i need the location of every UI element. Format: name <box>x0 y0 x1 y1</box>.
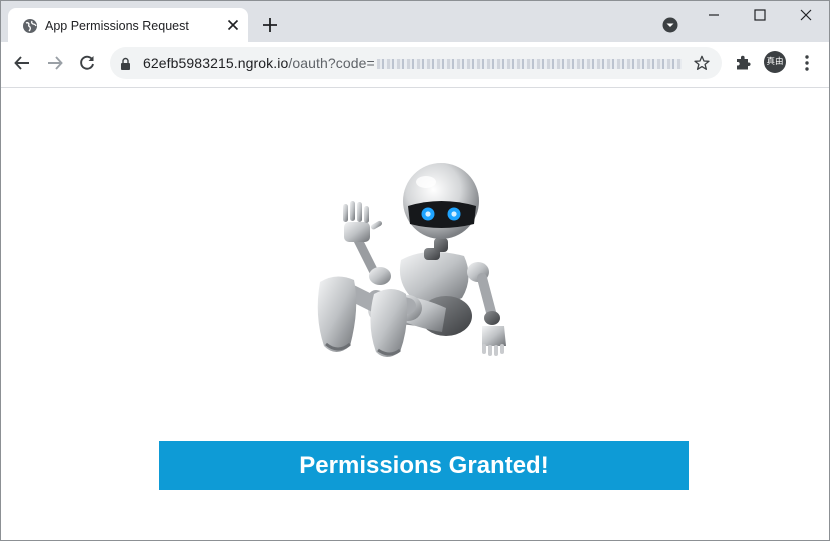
kebab-menu-icon[interactable] <box>800 54 814 72</box>
star-icon[interactable] <box>694 55 710 71</box>
url-path: /oauth?code= <box>288 55 375 71</box>
robot-illustration <box>317 163 506 357</box>
url-text[interactable]: 62efb5983215.ngrok.io/oauth?code= <box>143 55 682 71</box>
address-bar[interactable]: 62efb5983215.ngrok.io/oauth?code= <box>110 47 722 79</box>
reload-icon[interactable] <box>78 54 96 72</box>
lock-icon[interactable] <box>120 57 131 70</box>
profile-avatar[interactable]: 真由 <box>764 51 786 73</box>
tab-title: App Permissions Request <box>45 19 189 33</box>
page-content: Permissions Granted! <box>0 88 830 541</box>
plus-icon[interactable] <box>262 17 278 33</box>
url-host: 62efb5983215.ngrok.io <box>143 55 289 71</box>
arrow-left-icon[interactable] <box>13 54 31 72</box>
tab-app-permissions[interactable]: App Permissions Request <box>8 8 248 42</box>
arrow-right-icon[interactable] <box>46 54 64 72</box>
puzzle-icon[interactable] <box>734 54 752 72</box>
url-redacted-code <box>376 59 682 70</box>
close-icon[interactable] <box>227 19 239 31</box>
permissions-granted-banner: Permissions Granted! <box>159 441 689 490</box>
window-close-icon[interactable] <box>799 8 813 22</box>
tab-strip: App Permissions Request <box>0 0 830 42</box>
tab-search-icon[interactable] <box>662 17 678 33</box>
maximize-icon[interactable] <box>753 8 767 22</box>
globe-icon <box>23 19 37 33</box>
minimize-icon[interactable] <box>707 8 721 22</box>
browser-toolbar: 62efb5983215.ngrok.io/oauth?code= 真由 <box>0 42 830 88</box>
